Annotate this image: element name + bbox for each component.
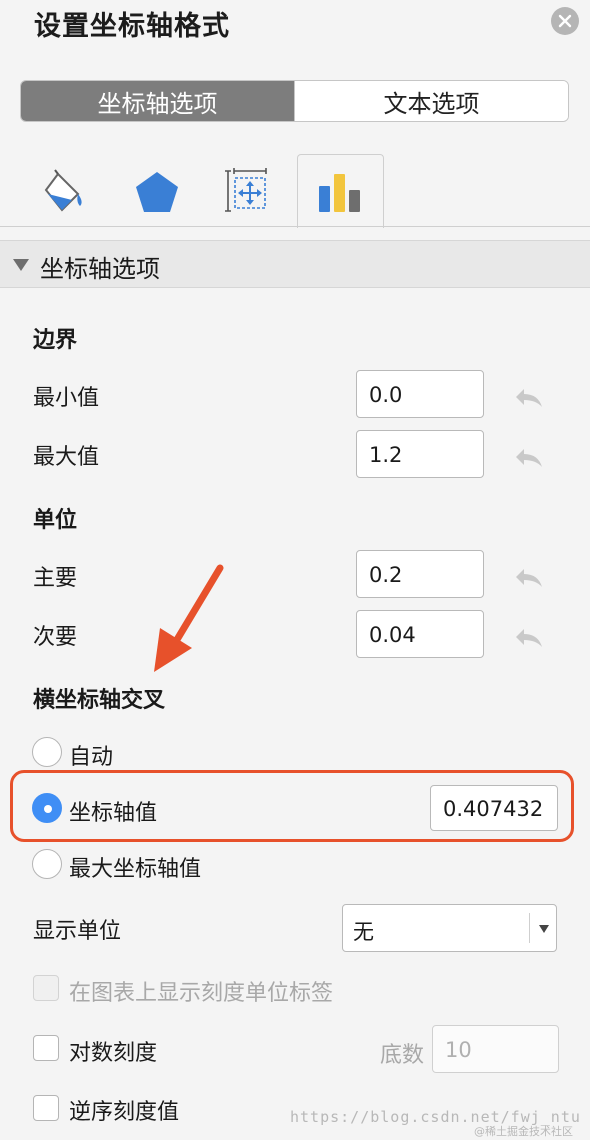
annotation-arrow-icon (154, 564, 224, 672)
crosses-max-radio[interactable] (32, 849, 62, 879)
bounds-heading: 边界 (33, 328, 78, 353)
show-units-label-text: 在图表上显示刻度单位标签 (69, 981, 334, 1006)
log-base-input[interactable]: 10 (432, 1025, 559, 1073)
reset-min-icon[interactable] (512, 385, 546, 409)
axis-crosses-heading: 横坐标轴交叉 (33, 688, 166, 713)
max-label: 最大值 (33, 445, 100, 470)
watermark-community: @稀土掘金技术社区 (474, 1125, 573, 1138)
max-value-input[interactable]: 1.2 (356, 430, 484, 478)
minor-label: 次要 (33, 625, 78, 650)
panel-title: 设置坐标轴格式 (34, 11, 230, 42)
section-title: 坐标轴选项 (40, 255, 160, 283)
reverse-order-label: 逆序刻度值 (69, 1100, 180, 1125)
fill-line-icon[interactable] (38, 168, 90, 220)
close-icon (558, 14, 572, 28)
log-scale-checkbox[interactable] (33, 1035, 59, 1061)
effects-pentagon-icon[interactable] (134, 170, 180, 218)
crosses-axis-value-label: 坐标轴值 (69, 801, 158, 826)
close-button[interactable] (551, 7, 579, 35)
axis-options-section-header[interactable]: 坐标轴选项 (0, 240, 590, 288)
chevron-down-icon (539, 925, 549, 933)
min-label: 最小值 (33, 386, 100, 411)
collapse-triangle-icon (13, 259, 29, 271)
reset-major-icon[interactable] (512, 565, 546, 589)
crosses-auto-label: 自动 (69, 745, 114, 770)
crosses-axis-value-radio[interactable] (32, 793, 62, 823)
crosses-auto-radio[interactable] (32, 737, 62, 767)
log-scale-label: 对数刻度 (69, 1041, 158, 1066)
select-divider (529, 913, 530, 943)
min-value-input[interactable]: 0.0 (356, 370, 484, 418)
reset-minor-icon[interactable] (512, 625, 546, 649)
units-heading: 单位 (33, 508, 78, 533)
text-options-segment[interactable]: 文本选项 (294, 81, 568, 121)
minor-unit-input[interactable]: 0.04 (356, 610, 484, 658)
axis-options-segment[interactable]: 坐标轴选项 (21, 81, 294, 121)
display-units-value: 无 (353, 920, 374, 944)
show-units-label-checkbox[interactable] (33, 975, 59, 1001)
major-unit-input[interactable]: 0.2 (356, 550, 484, 598)
reverse-order-checkbox[interactable] (33, 1095, 59, 1121)
crosses-max-label: 最大坐标轴值 (69, 857, 202, 882)
axis-value-input[interactable]: 0.407432 (430, 785, 558, 831)
tab-divider (0, 226, 590, 227)
display-units-label: 显示单位 (33, 919, 122, 944)
log-base-label: 底数 (380, 1043, 425, 1068)
options-segmented-control: 坐标轴选项 文本选项 (20, 80, 569, 122)
axis-options-bar-chart-icon[interactable] (317, 172, 365, 218)
display-units-select[interactable]: 无 (342, 904, 557, 952)
reset-max-icon[interactable] (512, 445, 546, 469)
major-label: 主要 (33, 566, 78, 591)
size-properties-icon[interactable] (224, 168, 270, 218)
